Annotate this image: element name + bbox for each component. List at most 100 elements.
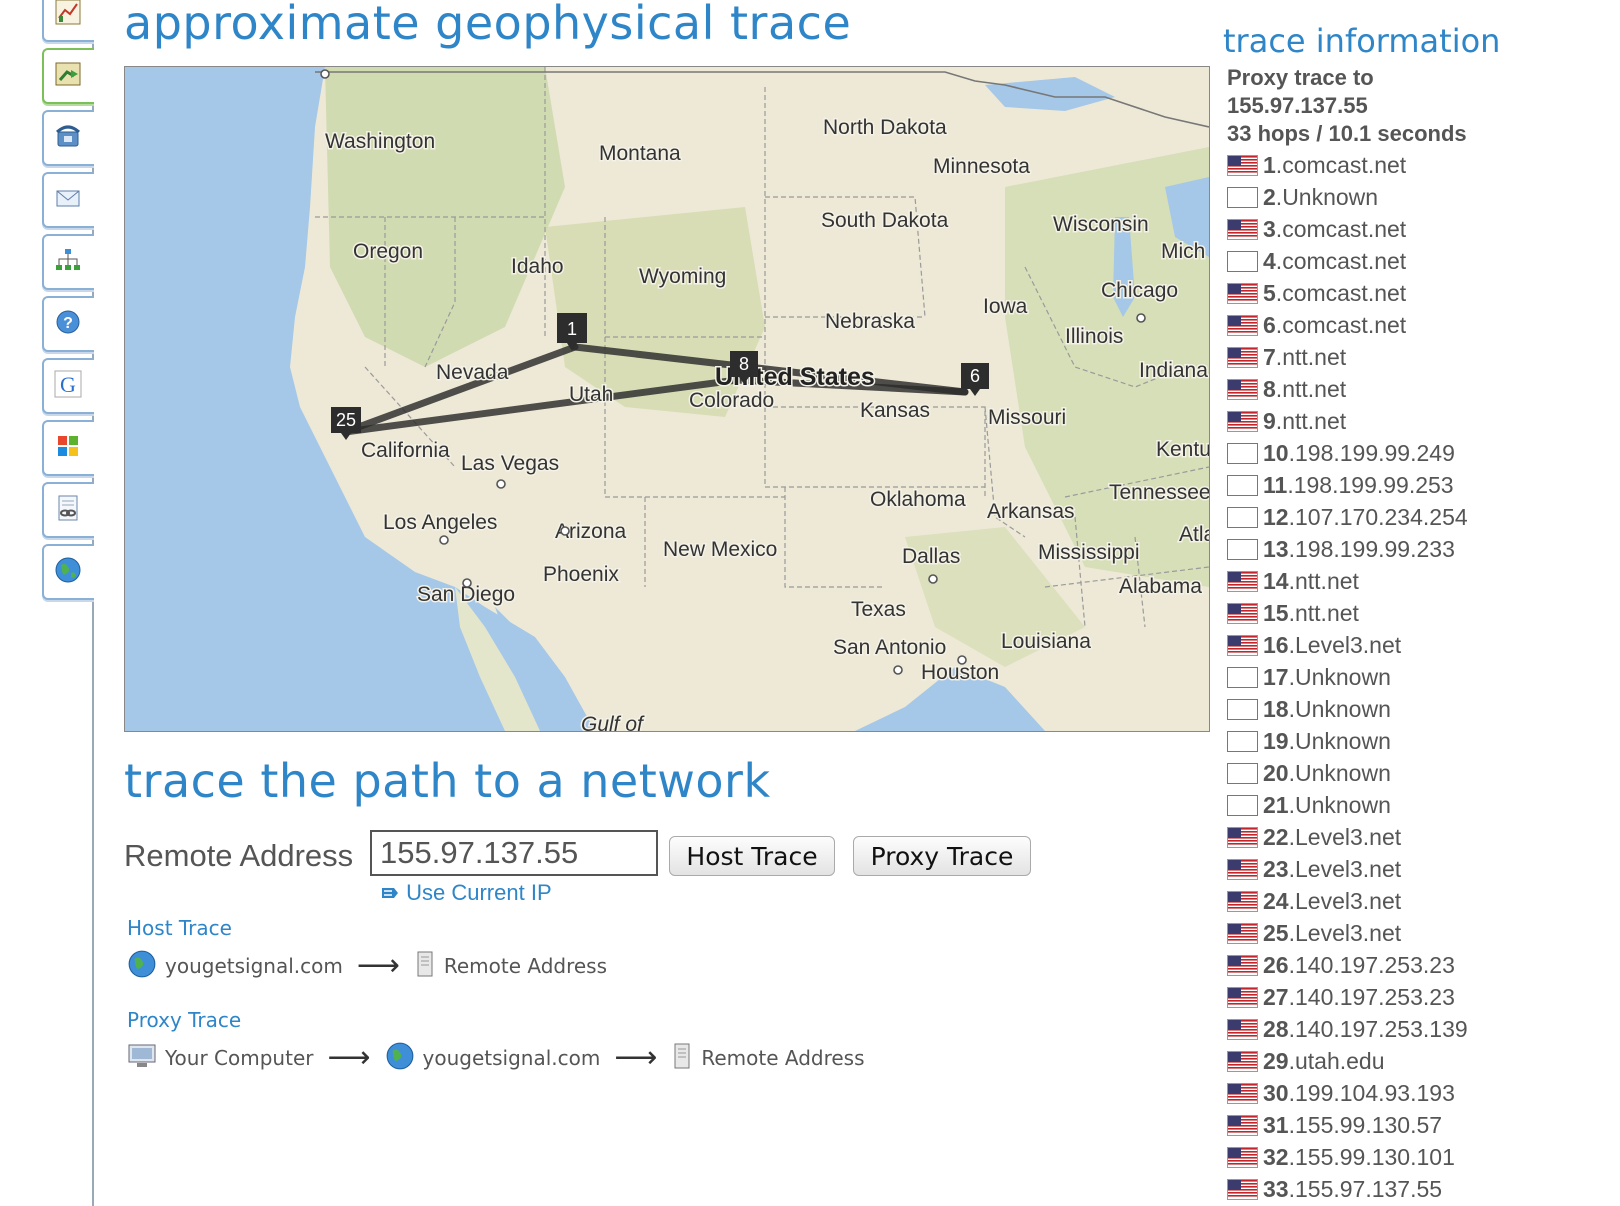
hop-row[interactable]: 33. 155.97.137.55 — [1227, 1173, 1468, 1205]
server-icon — [671, 1042, 693, 1075]
map-label: Arkansas — [987, 500, 1075, 523]
proxy-trace-button[interactable]: Proxy Trace — [853, 836, 1031, 876]
globe-icon[interactable] — [42, 544, 94, 600]
arrow-right-icon: ⟶ — [327, 1040, 371, 1075]
map-label: North Dakota — [823, 116, 947, 139]
hop-row[interactable]: 8. ntt.net — [1227, 373, 1468, 405]
hop-row[interactable]: 13. 198.199.99.233 — [1227, 533, 1468, 565]
hop-row[interactable]: 30. 199.104.93.193 — [1227, 1077, 1468, 1109]
hop-host: Unknown — [1294, 695, 1391, 722]
hop-row[interactable]: 6. comcast.net — [1227, 309, 1468, 341]
phone-icon[interactable] — [42, 110, 94, 166]
blank-flag-icon — [1227, 506, 1258, 528]
hop-row[interactable]: 24. Level3.net — [1227, 885, 1468, 917]
us-flag-icon — [1227, 154, 1258, 176]
hop-row[interactable]: 32. 155.99.130.101 — [1227, 1141, 1468, 1173]
hop-number: 31 — [1263, 1111, 1289, 1138]
blank-flag-icon — [1227, 186, 1258, 208]
windows-icon[interactable] — [42, 420, 94, 476]
hop-row[interactable]: 10. 198.199.99.249 — [1227, 437, 1468, 469]
city-dot — [320, 69, 330, 79]
hop-host: Unknown — [1294, 727, 1391, 754]
blank-flag-icon — [1227, 762, 1258, 784]
hop-row[interactable]: 21. Unknown — [1227, 789, 1468, 821]
hop-row[interactable]: 16. Level3.net — [1227, 629, 1468, 661]
hop-row[interactable]: 22. Level3.net — [1227, 821, 1468, 853]
hop-row[interactable]: 28. 140.197.253.139 — [1227, 1013, 1468, 1045]
hop-row[interactable]: 27. 140.197.253.23 — [1227, 981, 1468, 1013]
hop-row[interactable]: 5. comcast.net — [1227, 277, 1468, 309]
hop-number: 13 — [1263, 535, 1289, 562]
legend-step: Remote Address — [443, 954, 608, 978]
hop-row[interactable]: 1. comcast.net — [1227, 149, 1468, 181]
hop-row[interactable]: 12. 107.170.234.254 — [1227, 501, 1468, 533]
map-label: Phoenix — [543, 563, 619, 586]
hop-row[interactable]: 15. ntt.net — [1227, 597, 1468, 629]
map-label: Iowa — [983, 295, 1028, 318]
legend-step: Remote Address — [701, 1046, 865, 1070]
hop-number: 24 — [1263, 887, 1289, 914]
us-flag-icon — [1227, 890, 1258, 912]
trace-info-title: trace information — [1223, 22, 1501, 60]
us-flag-icon — [1227, 954, 1258, 976]
hop-row[interactable]: 14. ntt.net — [1227, 565, 1468, 597]
hop-number: 16 — [1263, 631, 1289, 658]
document-link-icon[interactable] — [42, 482, 94, 538]
map-label: Montana — [599, 142, 681, 165]
hop-number: 7 — [1263, 343, 1276, 370]
hop-row[interactable]: 25. Level3.net — [1227, 917, 1468, 949]
hop-row[interactable]: 2. Unknown — [1227, 181, 1468, 213]
hop-host: ntt.net — [1294, 599, 1359, 626]
map-label: Wyoming — [639, 265, 726, 288]
us-flag-icon — [1227, 314, 1258, 336]
use-current-ip-link[interactable]: Use Current IP — [380, 880, 552, 906]
google-icon[interactable]: G — [42, 358, 94, 414]
network-icon[interactable] — [42, 234, 94, 290]
trace-summary-target: 155.97.137.55 — [1227, 93, 1368, 118]
proxy-trace-legend-title: Proxy Trace — [127, 1008, 242, 1032]
mail-icon[interactable] — [42, 172, 94, 228]
hop-number: 26 — [1263, 951, 1289, 978]
hop-row[interactable]: 20. Unknown — [1227, 757, 1468, 789]
hop-row[interactable]: 3. comcast.net — [1227, 213, 1468, 245]
trace-summary-line: Proxy trace to — [1227, 65, 1374, 90]
hop-row[interactable]: 29. utah.edu — [1227, 1045, 1468, 1077]
map-label: Wisconsin — [1053, 213, 1149, 236]
remote-address-input[interactable] — [370, 830, 658, 876]
hop-row[interactable]: 23. Level3.net — [1227, 853, 1468, 885]
hop-host: Unknown — [1282, 183, 1379, 210]
hop-host: ntt.net — [1282, 407, 1347, 434]
hop-row[interactable]: 17. Unknown — [1227, 661, 1468, 693]
map-label: Los Angeles — [383, 511, 497, 534]
help-icon[interactable]: ? — [42, 296, 94, 352]
hop-row[interactable]: 19. Unknown — [1227, 725, 1468, 757]
chart-icon[interactable] — [42, 0, 94, 42]
us-flag-icon — [1227, 826, 1258, 848]
blank-flag-icon — [1227, 474, 1258, 496]
map-route-icon[interactable] — [42, 48, 94, 104]
map-label: Atla — [1179, 523, 1209, 546]
host-trace-button[interactable]: Host Trace — [669, 836, 835, 876]
hop-row[interactable]: 9. ntt.net — [1227, 405, 1468, 437]
form-section-title: trace the path to a network — [124, 754, 771, 808]
blank-flag-icon — [1227, 698, 1258, 720]
hop-row[interactable]: 26. 140.197.253.23 — [1227, 949, 1468, 981]
map-label: Minnesota — [933, 155, 1030, 178]
hop-row[interactable]: 18. Unknown — [1227, 693, 1468, 725]
map-label: Alabama — [1119, 575, 1202, 598]
map-label: Colorado — [689, 389, 774, 412]
us-flag-icon — [1227, 986, 1258, 1008]
hop-host: 198.199.99.233 — [1294, 535, 1455, 562]
trace-summary: Proxy trace to 155.97.137.55 33 hops / 1… — [1227, 64, 1467, 148]
map-label: Houston — [921, 661, 999, 684]
hop-row[interactable]: 11. 198.199.99.253 — [1227, 469, 1468, 501]
map-label: Oklahoma — [870, 488, 966, 511]
arrow-right-icon: ⟶ — [614, 1040, 658, 1075]
host-trace-legend-title: Host Trace — [127, 916, 232, 940]
hop-number: 19 — [1263, 727, 1289, 754]
hop-host: 155.97.137.55 — [1294, 1175, 1443, 1202]
hop-row[interactable]: 7. ntt.net — [1227, 341, 1468, 373]
hop-row[interactable]: 4. comcast.net — [1227, 245, 1468, 277]
trace-map[interactable]: United States Washington Montana North D… — [124, 66, 1210, 732]
hop-row[interactable]: 31. 155.99.130.57 — [1227, 1109, 1468, 1141]
